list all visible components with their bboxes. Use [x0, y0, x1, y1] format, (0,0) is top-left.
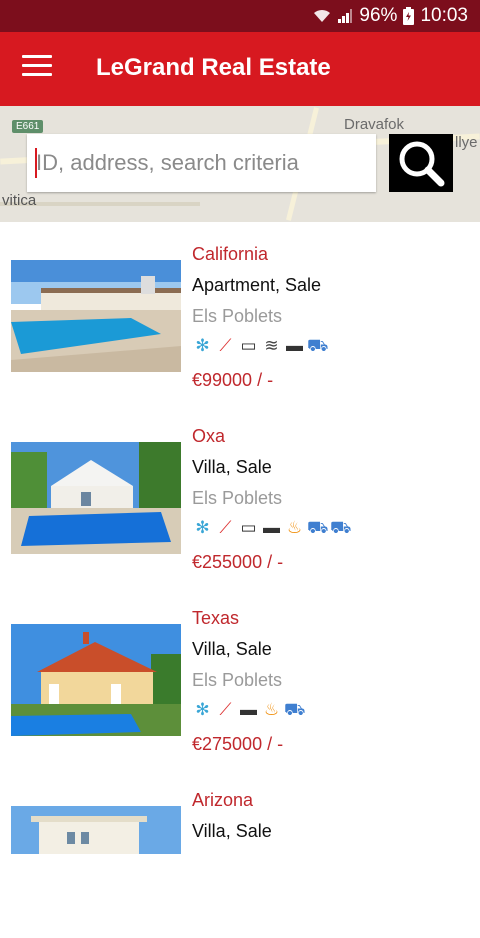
- app-title: LeGrand Real Estate: [96, 54, 331, 81]
- battery-percent: 96%: [359, 5, 398, 26]
- clock: 10:03: [420, 5, 468, 26]
- listing-location: Els Poblets: [192, 670, 283, 690]
- wifi-icon: ≋: [264, 336, 279, 355]
- listing-type: Apartment, Sale: [192, 275, 322, 295]
- monitor-icon: ▬: [286, 336, 303, 355]
- fire-icon: ♨: [286, 518, 303, 537]
- fan-icon: ✻: [195, 700, 210, 719]
- listing-location: Els Poblets: [192, 488, 283, 508]
- listing-name[interactable]: California: [192, 244, 268, 265]
- car-icon: ⛟: [307, 336, 329, 355]
- listing-type: Villa, Sale: [192, 821, 272, 841]
- property-photo[interactable]: [11, 806, 181, 854]
- property-photo[interactable]: [11, 624, 181, 736]
- monitor-icon: ▬: [263, 518, 280, 537]
- map-label: llye: [455, 134, 478, 151]
- search-input[interactable]: [27, 134, 376, 192]
- listing-name[interactable]: Texas: [192, 608, 239, 629]
- fan-icon: ✻: [195, 518, 210, 537]
- battery-icon: [403, 7, 415, 25]
- car-icon: ⛟: [307, 518, 329, 537]
- monitor-icon: ▬: [240, 700, 257, 719]
- map-background[interactable]: E661 Dravafok llye vitica: [0, 106, 480, 222]
- list-item[interactable]: California Apartment, Sale Els Poblets ✻…: [0, 222, 480, 392]
- thermometer-icon: ⟋: [219, 700, 232, 719]
- status-bar: 96% 10:03: [0, 0, 480, 32]
- tv-icon: ▭: [240, 518, 257, 537]
- fire-icon: ♨: [263, 700, 280, 719]
- hamburger-menu-icon[interactable]: [22, 55, 52, 83]
- listing-price: €99000 / -: [192, 370, 274, 390]
- status-icons: 96% 10:03: [313, 5, 468, 27]
- listing-price: €275000 / -: [192, 734, 284, 754]
- search-box[interactable]: [27, 134, 376, 192]
- app-bar: LeGrand Real Estate: [0, 32, 480, 106]
- property-photo[interactable]: [11, 260, 181, 372]
- car-icon: ⛟: [284, 700, 306, 719]
- car-icon: ⛟: [330, 518, 352, 537]
- map-road-badge: E661: [12, 120, 44, 133]
- list-item[interactable]: Oxa Villa, Sale Els Poblets ✻ ⟋ ▭ ▬ ♨ ⛟ …: [0, 404, 480, 574]
- thermometer-icon: ⟋: [219, 336, 232, 355]
- search-icon: [399, 141, 445, 187]
- listing-name[interactable]: Oxa: [192, 426, 225, 447]
- search-button[interactable]: [389, 134, 453, 192]
- tv-icon: ▭: [240, 336, 257, 355]
- list-item[interactable]: Texas Villa, Sale Els Poblets ✻ ⟋ ▬ ♨ ⛟ …: [0, 586, 480, 756]
- listing-type: Villa, Sale: [192, 639, 272, 659]
- fan-icon: ✻: [195, 336, 210, 355]
- amenity-icons: ✻ ⟋ ▭ ≋ ▬ ⛟: [192, 334, 328, 358]
- thermometer-icon: ⟋: [219, 518, 232, 537]
- listing-name[interactable]: Arizona: [192, 790, 253, 811]
- listing-type: Villa, Sale: [192, 457, 272, 477]
- listing-location: Els Poblets: [192, 306, 283, 326]
- listing-price: €255000 / -: [192, 552, 284, 572]
- amenity-icons: ✻ ⟋ ▬ ♨ ⛟: [192, 698, 305, 722]
- wifi-icon: [314, 9, 331, 22]
- map-label: vitica: [2, 192, 37, 209]
- signal-icon: [338, 9, 353, 23]
- property-photo[interactable]: [11, 442, 181, 554]
- map-label: Dravafok: [344, 116, 405, 133]
- list-item[interactable]: Arizona Villa, Sale: [0, 768, 480, 938]
- amenity-icons: ✻ ⟋ ▭ ▬ ♨ ⛟ ⛟: [192, 516, 351, 540]
